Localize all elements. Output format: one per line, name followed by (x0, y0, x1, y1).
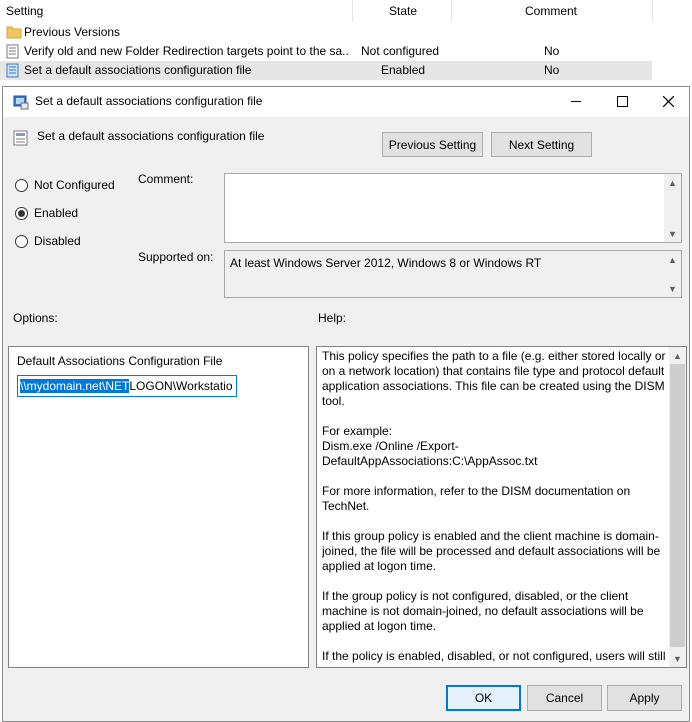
apply-button[interactable]: Apply (607, 685, 682, 711)
scroll-down-arrow-icon[interactable]: ▼ (664, 280, 681, 297)
cancel-button[interactable]: Cancel (527, 685, 602, 711)
scroll-up-arrow-icon[interactable]: ▲ (664, 174, 681, 191)
options-panel: Default Associations Configuration File … (8, 346, 309, 668)
path-remaining-text: LOGON\Workstatio (129, 379, 233, 393)
list-item[interactable]: Previous Versions (0, 23, 692, 42)
list-item-state: Enabled (381, 63, 426, 77)
scroll-down-arrow-icon[interactable]: ▼ (669, 650, 686, 667)
radio-not-configured[interactable]: Not Configured (15, 176, 115, 194)
policy-setting-icon (6, 63, 20, 78)
comment-textarea[interactable]: ▲ ▼ (224, 173, 682, 243)
help-panel: This policy specifies the path to a file… (316, 346, 687, 668)
help-paragraph: If the group policy is not configured, d… (322, 589, 644, 633)
list-item-selected[interactable]: Set a default associations configuration… (0, 61, 652, 80)
list-item-comment: No (544, 44, 560, 58)
list-item-comment: No (544, 63, 560, 77)
list-item-state: Not configured (361, 44, 440, 58)
supported-on-label: Supported on: (138, 250, 214, 264)
radio-selected-dot (18, 209, 25, 217)
column-separator[interactable] (652, 0, 653, 22)
radio-circle[interactable] (15, 178, 28, 192)
policy-setting-icon (6, 44, 20, 59)
help-paragraph: For example: (322, 424, 393, 438)
comment-scrollbar[interactable]: ▲ ▼ (664, 174, 681, 242)
supported-on-box: At least Windows Server 2012, Windows 8 … (224, 250, 682, 298)
help-paragraph: If this group policy is enabled and the … (322, 529, 661, 573)
radio-label: Not Configured (34, 178, 115, 192)
window-title: Set a default associations configuration… (35, 94, 263, 108)
scroll-up-arrow-icon[interactable]: ▲ (664, 251, 681, 268)
options-label: Options: (13, 311, 58, 325)
help-scrollbar[interactable]: ▲ ▼ (669, 347, 686, 667)
title-bar[interactable]: Set a default associations configuration… (3, 87, 689, 117)
column-header-setting[interactable]: Setting (6, 0, 43, 22)
list-item-name: Set a default associations configuration… (24, 63, 252, 77)
minimize-button[interactable] (553, 87, 599, 116)
policy-editor-icon (13, 94, 29, 110)
help-paragraph: Dism.exe /Online /Export-DefaultAppAssoc… (322, 439, 538, 468)
option-field-label: Default Associations Configuration File (17, 354, 223, 368)
previous-setting-button[interactable]: Previous Setting (382, 132, 483, 157)
supported-scrollbar[interactable]: ▲ ▼ (664, 251, 681, 297)
column-separator[interactable] (352, 0, 353, 22)
help-text: This policy specifies the path to a file… (322, 349, 667, 665)
maximize-button[interactable] (599, 87, 645, 116)
radio-circle[interactable] (15, 206, 28, 220)
list-header: Setting State Comment (0, 0, 692, 22)
scroll-down-arrow-icon[interactable]: ▼ (664, 225, 681, 242)
path-selected-text: \\mydomain.net\NET (20, 379, 130, 393)
close-button[interactable] (645, 87, 691, 116)
policy-setting-icon (13, 130, 29, 146)
column-header-comment[interactable]: Comment (525, 0, 577, 22)
radio-circle[interactable] (15, 234, 28, 248)
supported-on-value: At least Windows Server 2012, Windows 8 … (230, 256, 542, 270)
next-setting-button[interactable]: Next Setting (491, 132, 592, 157)
comment-label: Comment: (138, 172, 194, 186)
scroll-up-arrow-icon[interactable]: ▲ (669, 347, 686, 364)
setting-title: Set a default associations configuration… (37, 129, 265, 143)
column-header-state[interactable]: State (389, 0, 417, 22)
scrollbar-thumb[interactable] (670, 364, 685, 647)
association-file-path-input[interactable]: \\mydomain.net\NETLOGON\Workstatio (17, 375, 237, 397)
policy-dialog: Set a default associations configuration… (2, 86, 690, 722)
ok-button[interactable]: OK (446, 685, 521, 711)
radio-disabled[interactable]: Disabled (15, 232, 81, 250)
list-item-name: Verify old and new Folder Redirection ta… (24, 44, 349, 58)
radio-label: Disabled (34, 234, 81, 248)
help-paragraph: This policy specifies the path to a file… (322, 349, 666, 408)
folder-icon (6, 25, 22, 39)
radio-enabled[interactable]: Enabled (15, 204, 78, 222)
help-paragraph: For more information, refer to the DISM … (322, 484, 631, 513)
help-label: Help: (318, 311, 347, 325)
list-item[interactable]: Verify old and new Folder Redirection ta… (0, 42, 692, 61)
radio-label: Enabled (34, 206, 79, 220)
list-item-name: Previous Versions (24, 25, 121, 39)
column-separator[interactable] (451, 0, 452, 22)
help-paragraph: If the policy is enabled, disabled, or n… (322, 649, 666, 663)
